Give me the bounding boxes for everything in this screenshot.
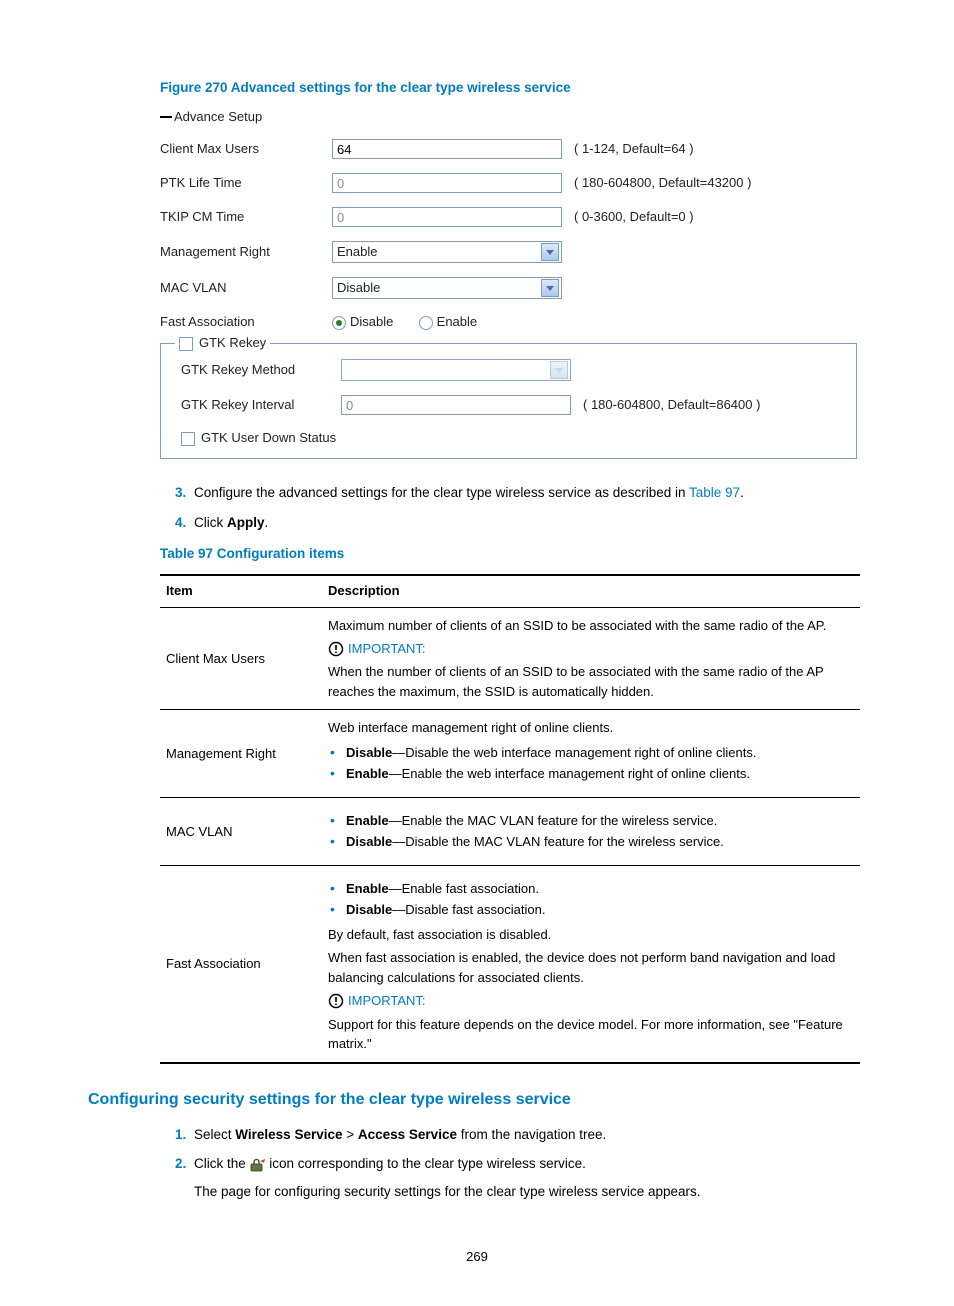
select-gtk-method[interactable]	[341, 359, 571, 381]
select-mac-vlan[interactable]: Disable	[332, 277, 562, 299]
important-label: IMPORTANT:	[328, 991, 426, 1011]
input-client-max-users[interactable]	[332, 139, 562, 159]
th-item: Item	[160, 575, 322, 607]
label-mgmt-right: Management Right	[160, 243, 332, 262]
security-icon	[250, 1158, 266, 1172]
checkbox-gtk-rekey[interactable]	[179, 337, 193, 351]
select-mgmt-right[interactable]: Enable	[332, 241, 562, 263]
chevron-down-icon	[541, 279, 559, 297]
cell-item: MAC VLAN	[160, 797, 322, 865]
chevron-down-icon	[541, 243, 559, 261]
table-caption: Table 97 Configuration items	[160, 544, 866, 564]
radio-label-enable: Enable	[437, 314, 477, 329]
table-row: Client Max Users Maximum number of clien…	[160, 607, 860, 710]
label-gtk-method: GTK Rekey Method	[181, 361, 341, 380]
input-gtk-interval[interactable]	[341, 395, 571, 415]
step-2-continuation: The page for configuring security settin…	[194, 1182, 866, 1202]
input-ptk-life-time[interactable]	[332, 173, 562, 193]
cell-item: Management Right	[160, 710, 322, 798]
table-row: Fast Association Enable—Enable fast asso…	[160, 865, 860, 1062]
steps-list-1: Configure the advanced settings for the …	[160, 479, 866, 538]
table-97-link[interactable]: Table 97	[689, 485, 740, 500]
table-row: Management Right Web interface managemen…	[160, 710, 860, 798]
step-2: Click the icon corresponding to the clea…	[190, 1150, 866, 1207]
cell-desc: Web interface management right of online…	[322, 710, 860, 798]
input-tkip-cm-time[interactable]	[332, 207, 562, 227]
gtk-rekey-legend-label: GTK Rekey	[199, 335, 266, 350]
important-label: IMPORTANT:	[328, 639, 426, 659]
steps-list-2: Select Wireless Service > Access Service…	[160, 1121, 866, 1208]
radio-label-disable: Disable	[350, 314, 393, 329]
figure-caption: Figure 270 Advanced settings for the cle…	[160, 78, 866, 98]
label-mac-vlan: MAC VLAN	[160, 279, 332, 298]
label-fast-assoc: Fast Association	[160, 313, 332, 332]
advance-setup-panel: Advance Setup Client Max Users ( 1-124, …	[160, 108, 866, 460]
minus-icon	[160, 116, 172, 118]
label-client-max-users: Client Max Users	[160, 140, 332, 159]
section-heading: Configuring security settings for the cl…	[88, 1088, 866, 1111]
radio-fast-assoc-enable[interactable]	[419, 316, 433, 330]
th-description: Description	[322, 575, 860, 607]
alert-icon	[328, 641, 344, 657]
config-table: Item Description Client Max Users Maximu…	[160, 574, 860, 1064]
cell-desc: Maximum number of clients of an SSID to …	[322, 607, 860, 710]
label-gtk-interval: GTK Rekey Interval	[181, 396, 341, 415]
table-row: MAC VLAN Enable—Enable the MAC VLAN feat…	[160, 797, 860, 865]
alert-icon	[328, 993, 344, 1009]
collapse-toggle[interactable]: Advance Setup	[160, 108, 866, 127]
hint-tkip-cm-time: ( 0-3600, Default=0 )	[574, 208, 694, 227]
select-mgmt-right-value: Enable	[337, 243, 377, 262]
gtk-rekey-legend[interactable]: GTK Rekey	[175, 334, 270, 353]
page-number: 269	[88, 1248, 866, 1267]
hint-gtk-interval: ( 180-604800, Default=86400 )	[583, 396, 760, 415]
step-1: Select Wireless Service > Access Service…	[190, 1121, 866, 1151]
label-ptk-life-time: PTK Life Time	[160, 174, 332, 193]
step-4: Click Apply.	[190, 509, 866, 539]
cell-desc: Enable—Enable the MAC VLAN feature for t…	[322, 797, 860, 865]
label-tkip-cm-time: TKIP CM Time	[160, 208, 332, 227]
label-gtk-user-down: GTK User Down Status	[201, 429, 336, 448]
cell-desc: Enable—Enable fast association. Disable—…	[322, 865, 860, 1062]
hint-client-max-users: ( 1-124, Default=64 )	[574, 140, 694, 159]
chevron-down-icon	[550, 361, 568, 379]
step-3: Configure the advanced settings for the …	[190, 479, 866, 509]
hint-ptk-life-time: ( 180-604800, Default=43200 )	[574, 174, 751, 193]
radio-fast-assoc-disable[interactable]	[332, 316, 346, 330]
radio-group-fast-assoc: Disable Enable	[332, 313, 477, 332]
cell-item: Client Max Users	[160, 607, 322, 710]
checkbox-gtk-user-down[interactable]	[181, 432, 195, 446]
panel-title: Advance Setup	[174, 109, 262, 124]
select-mac-vlan-value: Disable	[337, 279, 380, 298]
gtk-rekey-fieldset: GTK Rekey GTK Rekey Method GTK Rekey Int…	[160, 343, 857, 459]
cell-item: Fast Association	[160, 865, 322, 1062]
